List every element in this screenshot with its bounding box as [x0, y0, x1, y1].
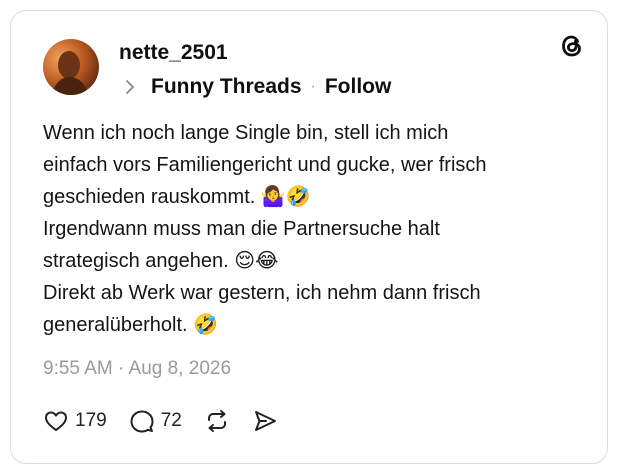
- post-body-line: Direkt ab Werk war gestern, ich nehm dan…: [43, 282, 481, 304]
- post-body-line: geschieden rauskommt. 🤷‍♀️🤣: [43, 186, 311, 208]
- reply-button[interactable]: 72: [129, 408, 182, 434]
- repost-button[interactable]: [204, 408, 230, 434]
- username[interactable]: nette_2501: [119, 41, 228, 65]
- comment-bubble-icon: [130, 410, 154, 433]
- post-body-line: Irgendwann muss man die Partnersuche hal…: [43, 218, 440, 240]
- community-link[interactable]: Funny Threads: [151, 75, 302, 99]
- post-body-line: einfach vors Familiengericht und gucke, …: [43, 154, 487, 176]
- send-icon: [254, 411, 276, 431]
- post-body-line: Wenn ich noch lange Single bin, stell ic…: [43, 122, 449, 144]
- action-bar: 179 72: [43, 404, 300, 438]
- repost-icon: [207, 410, 226, 432]
- follow-button[interactable]: Follow: [325, 75, 392, 99]
- reply-count: 72: [160, 410, 182, 431]
- post-timestamp[interactable]: 9:55 AM · Aug 8, 2026: [43, 358, 231, 380]
- post-card: nette_2501 Funny Threads · Follow Wenn i…: [10, 10, 608, 464]
- heart-icon: [45, 411, 67, 431]
- post-body-line: strategisch angehen. 😌😂: [43, 250, 279, 272]
- share-button[interactable]: [252, 408, 278, 434]
- like-button[interactable]: 179: [43, 408, 107, 434]
- post-body-line: generalüberholt. 🤣: [43, 314, 219, 336]
- chevron-right-icon: [126, 80, 134, 94]
- avatar[interactable]: [43, 39, 99, 95]
- separator-dot: ·: [310, 78, 316, 95]
- like-count: 179: [75, 410, 107, 431]
- threads-logo-icon[interactable]: [557, 31, 587, 61]
- post-body: Wenn ich noch lange Single bin, stell ic…: [43, 117, 588, 341]
- community-row: Funny Threads · Follow: [123, 73, 391, 101]
